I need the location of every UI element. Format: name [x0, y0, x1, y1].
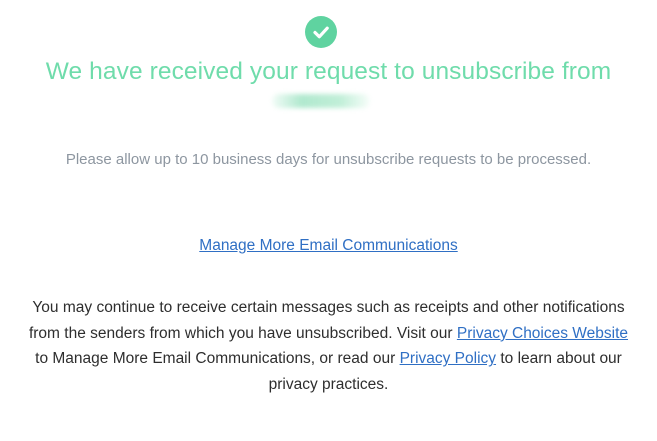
disclaimer-text: You may continue to receive certain mess… [0, 295, 657, 398]
processing-time-note: Please allow up to 10 business days for … [65, 151, 592, 168]
manage-communications-link-row: Manage More Email Communications [0, 237, 657, 255]
disclaimer-line-3-text-before: to Manage More Email Communications, or … [35, 350, 400, 368]
privacy-policy-link[interactable]: Privacy Policy [400, 350, 496, 367]
disclaimer-line-2: from the senders from which you have uns… [0, 321, 657, 347]
manage-email-communications-link[interactable]: Manage More Email Communications [199, 237, 457, 254]
disclaimer-line-3: to Manage More Email Communications, or … [0, 346, 657, 372]
redacted-sender-name [272, 94, 370, 108]
unsubscribe-confirmation-page: We have received your request to unsubsc… [0, 0, 657, 441]
disclaimer-line-4: privacy practices. [268, 376, 389, 394]
disclaimer-line-3-text-after: to learn about our [496, 350, 622, 368]
privacy-choices-website-link[interactable]: Privacy Choices Website [457, 325, 628, 342]
disclaimer-line-2-text: from the senders from which you have uns… [28, 324, 457, 342]
checkmark-circle-icon [305, 16, 337, 48]
confirmation-headline: We have received your request to unsubsc… [45, 58, 612, 85]
disclaimer-line-1: You may continue to receive certain mess… [32, 299, 625, 316]
